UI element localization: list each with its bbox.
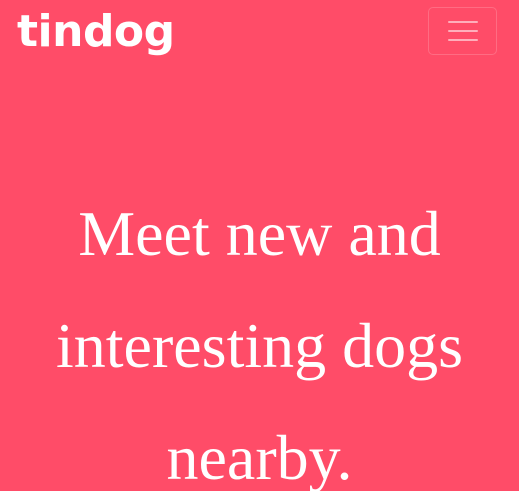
navbar: tindog (0, 0, 519, 66)
hero-title-line: interesting dogs (55, 310, 464, 381)
menu-toggle-button[interactable] (428, 7, 497, 55)
page: tindog Meet new and interesting dogs nea… (0, 0, 519, 491)
hamburger-menu-icon (448, 21, 478, 41)
brand-logo[interactable]: tindog (17, 2, 175, 62)
hero-title-line: Meet new and (78, 198, 441, 269)
hero-title-line: nearby. (166, 422, 353, 491)
hero-title: Meet new and interesting dogs nearby. (0, 178, 519, 491)
